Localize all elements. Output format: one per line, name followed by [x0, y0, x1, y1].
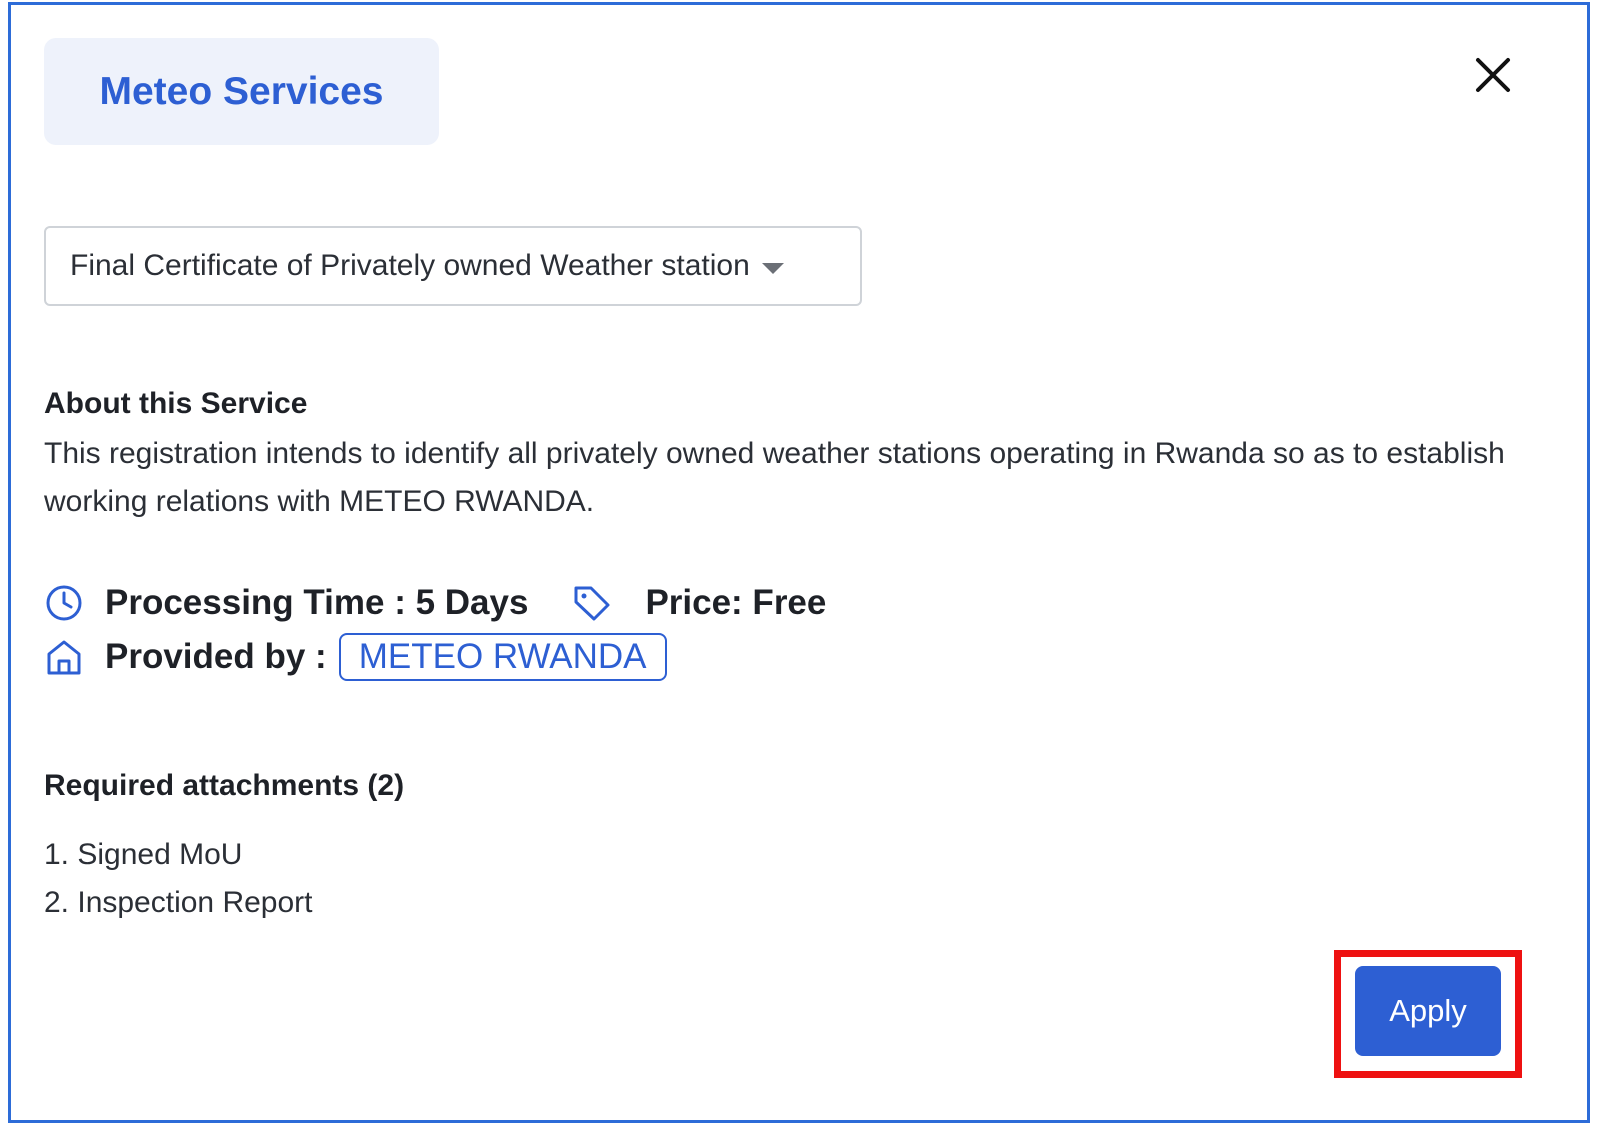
about-description: This registration intends to identify al…: [44, 437, 1505, 518]
processing-price-row: Processing Time : 5 Days Price: Free: [44, 583, 826, 623]
processing-time: Processing Time : 5 Days: [105, 583, 529, 622]
list-item: 1. Signed MoU: [44, 838, 243, 871]
attachments-title: Required attachments (2): [44, 769, 405, 802]
service-select[interactable]: Final Certificate of Privately owned Wea…: [44, 226, 862, 306]
price: Price: Free: [645, 583, 827, 622]
list-item: 2. Inspection Report: [44, 886, 313, 919]
chevron-down-icon: [761, 263, 784, 274]
service-select-value: Final Certificate of Privately owned Wea…: [70, 249, 750, 282]
home-icon: [44, 637, 84, 677]
tag-icon: [572, 583, 612, 623]
provider-link[interactable]: METEO RWANDA: [338, 633, 667, 681]
attachments-list: 1. Signed MoU 2. Inspection Report: [44, 831, 313, 927]
about-title: About this Service: [44, 387, 308, 420]
apply-button[interactable]: Apply: [1355, 966, 1501, 1056]
close-button[interactable]: [1463, 45, 1523, 105]
provider-row: Provided by : METEO RWANDA: [44, 633, 667, 681]
service-category-label: Meteo Services: [99, 69, 384, 113]
service-category-badge: Meteo Services: [44, 38, 439, 145]
close-icon: [1476, 58, 1510, 92]
clock-icon: [44, 583, 84, 623]
provided-by-label: Provided by :: [105, 637, 327, 676]
